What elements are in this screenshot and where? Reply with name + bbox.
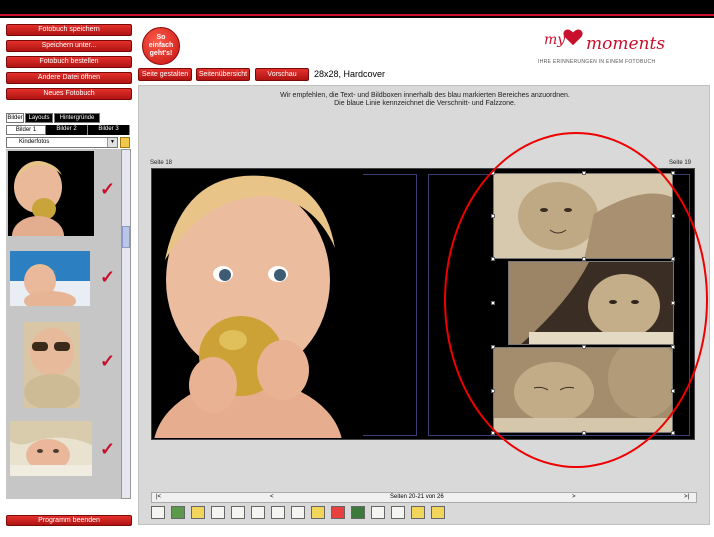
help-badge[interactable]: So einfach geht's! (142, 27, 180, 65)
used-check-icon: ✓ (100, 267, 116, 287)
open-file-button[interactable]: Andere Datei öffnen (6, 72, 132, 84)
subtab-bilder-3[interactable]: Bilder 3 (88, 125, 130, 135)
page-label-left: Seite 18 (150, 160, 173, 166)
image-subtabs: Bilder 1 Bilder 2 Bilder 3 (6, 125, 130, 135)
highlight-circle (444, 132, 708, 468)
copy-icon[interactable] (371, 506, 385, 519)
instructions: Wir empfehlen, die Text- und Bildboxen i… (139, 92, 711, 108)
folder-select-value: Kinderfotos (19, 139, 50, 145)
number-icon[interactable] (311, 506, 325, 519)
heart-icon (563, 29, 583, 46)
badge-line-1: So (156, 34, 166, 41)
brand-logo: my moments IHRE ERINNERUNGEN IN EINEM FO… (536, 20, 696, 72)
new-book-button[interactable]: Neues Fotobuch (6, 88, 132, 100)
next-page-button[interactable]: > (572, 494, 576, 500)
align2-icon[interactable] (291, 506, 305, 519)
prev-page-button[interactable]: < (270, 494, 274, 500)
thumbnail-2[interactable] (10, 251, 90, 306)
distribute-icon[interactable] (391, 506, 405, 519)
subtab-bilder-1[interactable]: Bilder 1 (6, 125, 46, 135)
page-icon[interactable] (411, 506, 425, 519)
thumbnail-3[interactable] (24, 322, 80, 408)
baby-apple-thumb (12, 161, 64, 236)
redo-icon[interactable] (231, 506, 245, 519)
undo-icon[interactable] (211, 506, 225, 519)
instruction-line-1: Wir empfehlen, die Text- und Bildboxen i… (280, 92, 570, 99)
chevron-down-icon[interactable]: ▼ (107, 138, 117, 147)
image-icon[interactable] (171, 506, 185, 519)
thumbnail-scrollbar[interactable] (121, 149, 131, 499)
color-icon[interactable] (351, 506, 365, 519)
layer-icon[interactable] (191, 506, 205, 519)
last-page-button[interactable]: >| (684, 494, 689, 500)
baby-sunglasses-thumb (24, 322, 80, 408)
selection-handle[interactable] (671, 431, 675, 435)
used-check-icon: ✓ (100, 439, 116, 459)
used-check-icon: ✓ (100, 351, 116, 371)
badge-line-3: geht's! (149, 50, 173, 57)
book-format: 28x28, Hardcover (314, 69, 386, 79)
grid-icon[interactable] (431, 506, 445, 519)
order-button[interactable]: Fotobuch bestellen (6, 56, 132, 68)
selection-handle[interactable] (671, 171, 675, 175)
scrollbar-thumb[interactable] (122, 226, 130, 248)
page-label-right: Seite 19 (669, 160, 692, 166)
page-design-button[interactable]: Seite gestalten (138, 68, 192, 81)
exit-program-button[interactable]: Programm beenden (6, 515, 132, 526)
panel-tabs: Bilder Layouts Hintergründe (6, 113, 132, 123)
title-accent (0, 14, 714, 16)
save-button[interactable]: Fotobuch speichern (6, 24, 132, 36)
subtab-bilder-2[interactable]: Bilder 2 (46, 125, 88, 135)
page-overview-button[interactable]: Seitenübersicht (196, 68, 250, 81)
instruction-line-2: Die blaue Linie kennzeichnet die Verschn… (334, 100, 516, 107)
folder-select[interactable]: Kinderfotos ▼ (6, 137, 118, 148)
title-bar (0, 0, 714, 18)
used-check-icon: ✓ (100, 179, 116, 199)
logo-moments: moments (586, 34, 666, 54)
page-counter: Seiten 20-21 von 26 (390, 494, 444, 500)
baby-hat-thumb (10, 421, 92, 476)
save-as-button[interactable]: Speichern unter... (6, 40, 132, 52)
first-page-button[interactable]: |< (156, 494, 161, 500)
page-navigator: |< < Seiten 20-21 von 26 > >| (151, 492, 697, 503)
badge-line-2: einfach (148, 42, 174, 49)
crop-icon[interactable] (331, 506, 345, 519)
thumbnail-4[interactable] (10, 421, 92, 476)
logo-tagline: IHRE ERINNERUNGEN IN EINEM FOTOBUCH (538, 59, 656, 65)
thumbnail-list[interactable]: ✓ ✓ ✓ ✓ (6, 149, 122, 499)
thumbnail-1[interactable] (8, 151, 94, 236)
text-icon[interactable] (151, 506, 165, 519)
folder-icon[interactable] (120, 137, 130, 148)
baby-beach-thumb (10, 264, 90, 306)
align-icon[interactable] (271, 506, 285, 519)
tab-bilder[interactable]: Bilder (6, 113, 24, 123)
tab-backgrounds[interactable]: Hintergründe (54, 113, 100, 123)
preview-button[interactable]: Vorschau (255, 68, 309, 81)
tab-layouts[interactable]: Layouts (25, 113, 53, 123)
print-icon[interactable] (251, 506, 265, 519)
baby-apple-photo[interactable] (153, 170, 363, 438)
